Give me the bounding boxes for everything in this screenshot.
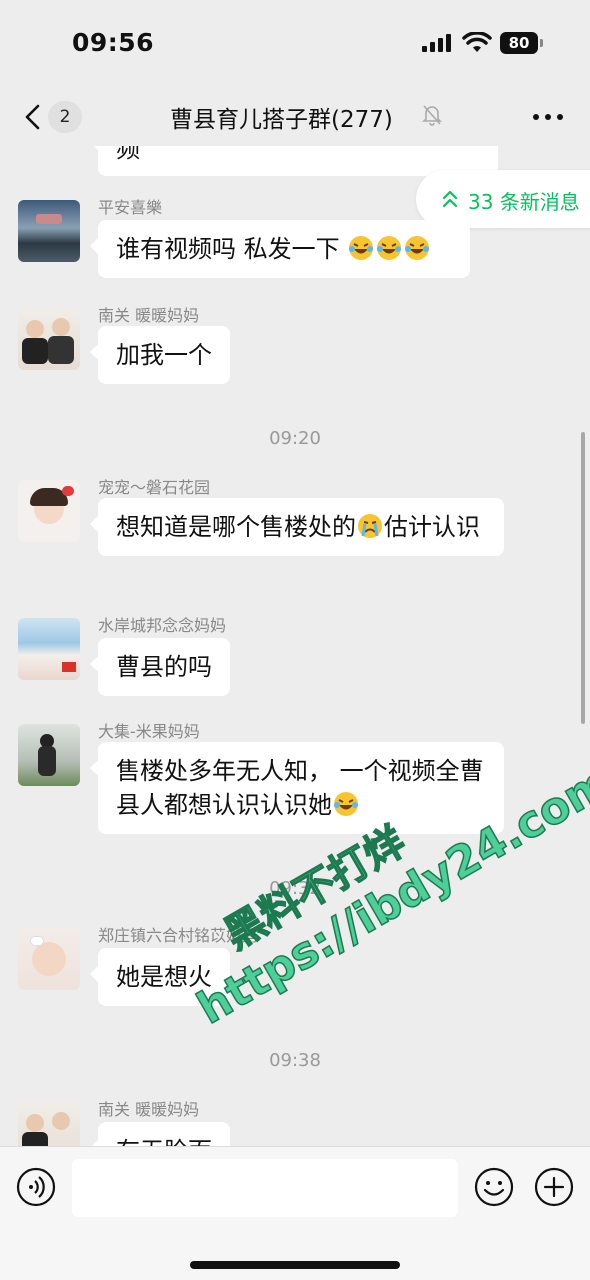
home-indicator	[190, 1261, 400, 1269]
message-input[interactable]	[72, 1159, 458, 1217]
message-text: 售楼处多年无人知， 一个视频全曹县人都想认识认识她	[116, 757, 484, 819]
message-bubble[interactable]: 她是想火	[90, 948, 230, 1006]
message-text: 想知道是哪个售楼处的	[116, 513, 356, 541]
sender-name: 郑庄镇六合村铭苡妈妈	[98, 926, 259, 945]
voice-icon[interactable]	[16, 1167, 56, 1207]
scrollbar[interactable]	[581, 432, 585, 724]
avatar[interactable]	[18, 1102, 80, 1146]
emoji-icon[interactable]	[474, 1167, 514, 1207]
message-text: 有无脸面	[116, 1137, 212, 1146]
mute-bell-icon	[422, 105, 442, 126]
double-chevron-up-icon	[442, 190, 458, 208]
new-messages-label: 33 条新消息	[468, 190, 580, 214]
input-bar	[0, 1146, 590, 1280]
message-text: 她是想火	[116, 963, 212, 991]
timestamp: 09:20	[269, 428, 321, 449]
avatar[interactable]	[18, 480, 80, 542]
message-bubble[interactable]: 有无脸面	[90, 1122, 230, 1146]
message-text: 估计认识	[384, 513, 480, 541]
avatar[interactable]	[18, 200, 80, 262]
chat-title: 曹县育儿搭子群(277)	[170, 107, 393, 133]
message-text: 曹县的吗	[116, 653, 212, 681]
chat-header: 2 曹县育儿搭子群(277)	[0, 88, 590, 146]
crying-emoji-icon	[358, 514, 382, 538]
timestamp: 09:32	[269, 878, 321, 899]
cellular-signal-icon	[422, 34, 454, 52]
message-text: 频	[116, 146, 140, 163]
battery-icon: 80	[500, 32, 543, 54]
unread-count-badge: 2	[48, 101, 82, 133]
back-button[interactable]: 2	[18, 94, 90, 140]
sender-name: 平安喜樂	[98, 198, 163, 217]
back-chevron-icon	[25, 104, 40, 130]
message-list[interactable]: 频 33 条新消息 平安喜樂 谁有视频吗 私发一下 南关 暖暖妈妈 加我一个 0…	[0, 146, 590, 1146]
message-bubble[interactable]: 加我一个	[90, 326, 230, 384]
status-bar: 09:56 80	[0, 0, 590, 88]
plus-icon[interactable]	[534, 1167, 574, 1207]
sender-name: 大集-米果妈妈	[98, 722, 200, 741]
more-icon[interactable]	[530, 102, 566, 130]
status-time: 09:56	[72, 28, 155, 57]
laugh-cry-emoji-icon	[377, 236, 402, 260]
message-text: 加我一个	[116, 341, 212, 369]
message-bubble[interactable]: 谁有视频吗 私发一下	[90, 220, 470, 278]
sender-name: 宠宠～磐石花园	[98, 478, 211, 497]
laugh-cry-emoji-icon	[349, 236, 374, 260]
wifi-icon	[462, 32, 492, 52]
timestamp: 09:38	[269, 1050, 321, 1071]
avatar[interactable]	[18, 928, 80, 990]
sender-name: 南关 暖暖妈妈	[98, 306, 200, 325]
sender-name: 水岸城邦念念妈妈	[98, 616, 227, 635]
avatar[interactable]	[18, 724, 80, 786]
message-bubble[interactable]: 售楼处多年无人知， 一个视频全曹县人都想认识认识她	[90, 742, 504, 834]
laugh-cry-emoji-icon	[334, 792, 358, 816]
message-text: 谁有视频吗 私发一下	[116, 235, 340, 263]
laugh-cry-emoji-icon	[405, 236, 430, 260]
sender-name: 南关 暖暖妈妈	[98, 1100, 200, 1119]
message-bubble[interactable]: 想知道是哪个售楼处的 估计认识	[90, 498, 504, 556]
avatar[interactable]	[18, 308, 80, 370]
avatar[interactable]	[18, 618, 80, 680]
message-bubble[interactable]: 曹县的吗	[90, 638, 230, 696]
